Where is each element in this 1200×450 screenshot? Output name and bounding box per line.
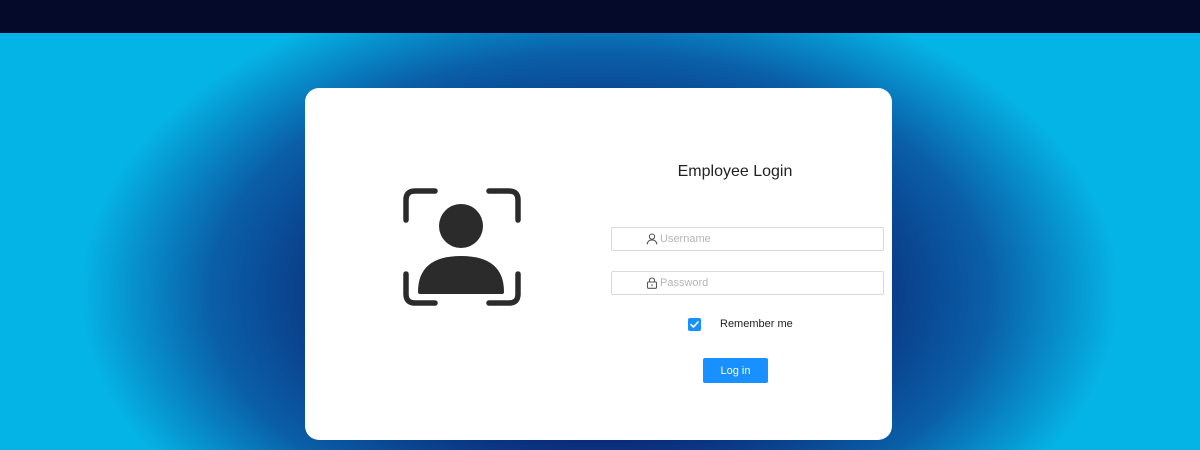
face-scan-user-icon	[403, 188, 521, 306]
login-button[interactable]: Log in	[703, 358, 768, 383]
password-input[interactable]	[660, 274, 875, 292]
user-icon	[646, 233, 658, 245]
remember-me-label: Remember me	[720, 318, 793, 330]
lock-icon	[646, 277, 658, 289]
top-bar	[0, 0, 1200, 33]
remember-me-checkbox[interactable]	[688, 318, 701, 331]
username-input[interactable]	[660, 230, 875, 248]
login-card: Employee Login Remember me Log in	[305, 88, 892, 440]
checkmark-icon	[690, 321, 699, 328]
login-title: Employee Login	[677, 163, 793, 180]
password-field[interactable]	[611, 271, 884, 295]
username-field[interactable]	[611, 227, 884, 251]
